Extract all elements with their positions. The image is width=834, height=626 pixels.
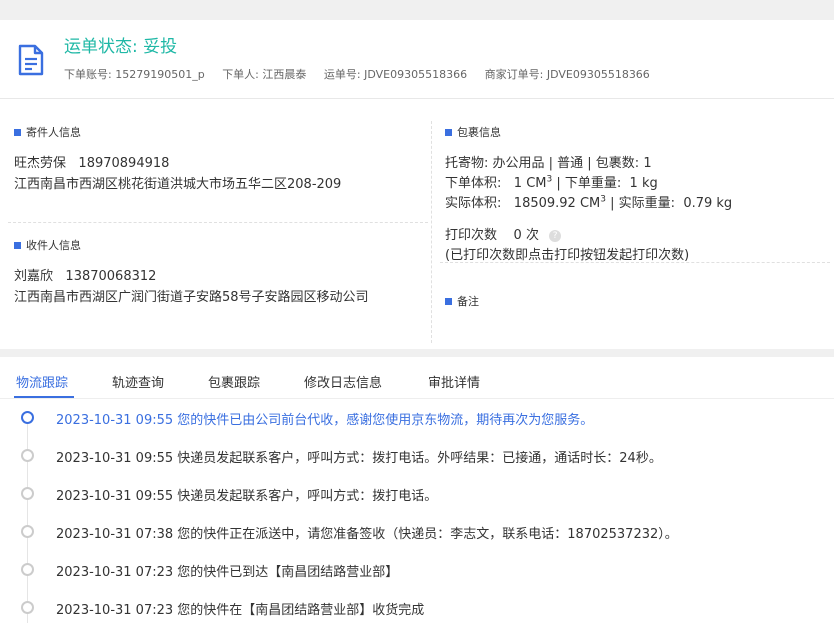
tab-logistics-tracking[interactable]: 物流跟踪 <box>16 372 68 391</box>
document-icon <box>18 44 44 76</box>
receiver-name: 刘嘉欣 <box>14 269 54 284</box>
timeline-text: 2023-10-31 07:23 您的快件在【南昌团结路营业部】收货完成 <box>56 603 425 618</box>
tab-bar: 物流跟踪 轨迹查询 包裹跟踪 修改日志信息 审批详情 <box>0 357 834 399</box>
sender-section-title: 寄件人信息 <box>14 124 81 140</box>
sender-address: 江西南昌市西湖区桃花街道洪城大市场五华二区208-209 <box>14 177 342 192</box>
package-actual-volume-weight: 实际体积: 18509.92 CM3 | 实际重量: 0.79 kg <box>445 192 732 211</box>
tab-change-log[interactable]: 修改日志信息 <box>304 372 382 391</box>
actual-volume-label: 实际体积: <box>445 196 502 211</box>
order-account-value: 15279190501_p <box>115 68 205 81</box>
tab-package-tracking[interactable]: 包裹跟踪 <box>208 372 260 391</box>
tab-approval-details[interactable]: 审批详情 <box>428 372 480 391</box>
timeline-item: 2023-10-31 09:55 您的快件已由公司前台代收，感谢您使用京东物流，… <box>0 407 834 445</box>
timeline-dot-icon <box>21 601 34 614</box>
active-tab-indicator <box>14 396 74 398</box>
orderer-label: 下单人: <box>222 68 259 81</box>
top-strip <box>0 0 834 20</box>
print-count-label: 打印次数 <box>445 228 498 243</box>
divider <box>440 262 830 263</box>
order-weight-value: 1 kg <box>629 176 658 191</box>
waybill-meta: 下单账号: 15279190501_p 下单人: 江西晨泰 运单号: JDVE0… <box>64 66 664 82</box>
timeline-text: 2023-10-31 09:55 快递员发起联系客户，呼叫方式：拨打电话。 <box>56 489 438 504</box>
print-count-note: (已打印次数即点击打印按钮发起打印次数) <box>445 248 690 263</box>
merchant-order-label: 商家订单号: <box>484 68 544 81</box>
waybill-number-label: 运单号: <box>323 68 361 81</box>
merchant-order-value: JDVE09305518366 <box>546 68 650 81</box>
order-volume-value: 1 CM <box>513 176 547 191</box>
timeline-item: 2023-10-31 09:55 快递员发起联系客户，呼叫方式：拨打电话。 <box>0 483 834 521</box>
info-panel: 寄件人信息 旺杰劳保 18970894918 江西南昌市西湖区桃花街道洪城大市场… <box>0 99 834 349</box>
divider <box>431 121 432 343</box>
sender-contact: 旺杰劳保 18970894918 <box>14 152 169 171</box>
timeline-text: 2023-10-31 09:55 您的快件已由公司前台代收，感谢您使用京东物流，… <box>56 413 594 428</box>
timeline-item: 2023-10-31 09:55 快递员发起联系客户，呼叫方式：拨打电话。外呼结… <box>0 445 834 483</box>
timeline-dot-current-icon <box>21 411 34 424</box>
order-account-label: 下单账号: <box>64 68 112 81</box>
package-goods: 托寄物: 办公用品 | 普通 | 包裹数: 1 <box>445 156 652 171</box>
actual-weight-value: 0.79 kg <box>683 196 733 211</box>
divider <box>8 222 428 223</box>
timeline-text: 2023-10-31 07:38 您的快件正在派送中，请您准备签收（快递员：李志… <box>56 527 678 542</box>
print-count-value: 0 次 <box>513 228 539 243</box>
timeline-item: 2023-10-31 07:23 您的快件已到达【南昌团结路营业部】 <box>0 559 834 597</box>
timeline-item: 2023-10-31 07:23 您的快件在【南昌团结路营业部】收货完成 <box>0 597 834 626</box>
receiver-section-label: 收件人信息 <box>26 239 81 252</box>
timeline-dot-icon <box>21 449 34 462</box>
actual-weight-label: | 实际重量: <box>610 196 676 211</box>
waybill-status-title: 运单状态: 妥投 <box>64 37 178 57</box>
section-gap <box>0 349 834 357</box>
help-icon[interactable]: ? <box>549 229 562 242</box>
receiver-address: 江西南昌市西湖区广润门街道子安路58号子安路园区移动公司 <box>14 290 369 305</box>
waybill-header: 运单状态: 妥投 下单账号: 15279190501_p 下单人: 江西晨泰 运… <box>0 20 834 99</box>
package-section-label: 包裹信息 <box>457 126 501 139</box>
section-marker <box>14 128 21 136</box>
actual-volume-value: 18509.92 CM <box>513 196 601 211</box>
sender-phone: 18970894918 <box>78 156 170 171</box>
waybill-number-value: JDVE09305518366 <box>364 68 468 81</box>
waybill-card: 运单状态: 妥投 下单账号: 15279190501_p 下单人: 江西晨泰 运… <box>0 20 834 349</box>
timeline-item: 2023-10-31 07:38 您的快件正在派送中，请您准备签收（快递员：李志… <box>0 521 834 559</box>
order-volume-label: 下单体积: <box>445 176 502 191</box>
sender-section-label: 寄件人信息 <box>26 126 81 139</box>
package-order-volume-weight: 下单体积: 1 CM3 | 下单重量: 1 kg <box>445 172 658 191</box>
timeline-text: 2023-10-31 09:55 快递员发起联系客户，呼叫方式：拨打电话。外呼结… <box>56 451 662 466</box>
orderer-value: 江西晨泰 <box>262 68 307 81</box>
timeline-dot-icon <box>21 525 34 538</box>
section-marker <box>14 241 21 249</box>
timeline-text: 2023-10-31 07:23 您的快件已到达【南昌团结路营业部】 <box>56 565 399 580</box>
timeline-dot-icon <box>21 563 34 576</box>
order-weight-label: | 下单重量: <box>556 176 622 191</box>
cube-superscript: 3 <box>546 174 553 185</box>
receiver-phone: 13870068312 <box>65 269 157 284</box>
receiver-section-title: 收件人信息 <box>14 237 81 253</box>
timeline-dot-icon <box>21 487 34 500</box>
cube-superscript: 3 <box>600 194 606 205</box>
remark-section-title: 备注 <box>445 293 479 309</box>
remark-section-label: 备注 <box>457 295 479 308</box>
section-marker <box>445 128 452 136</box>
sender-name: 旺杰劳保 <box>14 156 67 171</box>
package-section-title: 包裹信息 <box>445 124 501 140</box>
tab-trajectory-query[interactable]: 轨迹查询 <box>112 372 164 391</box>
section-marker <box>445 297 452 305</box>
receiver-contact: 刘嘉欣 13870068312 <box>14 265 156 284</box>
logistics-timeline: 2023-10-31 09:55 您的快件已由公司前台代收，感谢您使用京东物流，… <box>0 399 834 626</box>
print-count: 打印次数 0 次 ? <box>445 224 562 243</box>
